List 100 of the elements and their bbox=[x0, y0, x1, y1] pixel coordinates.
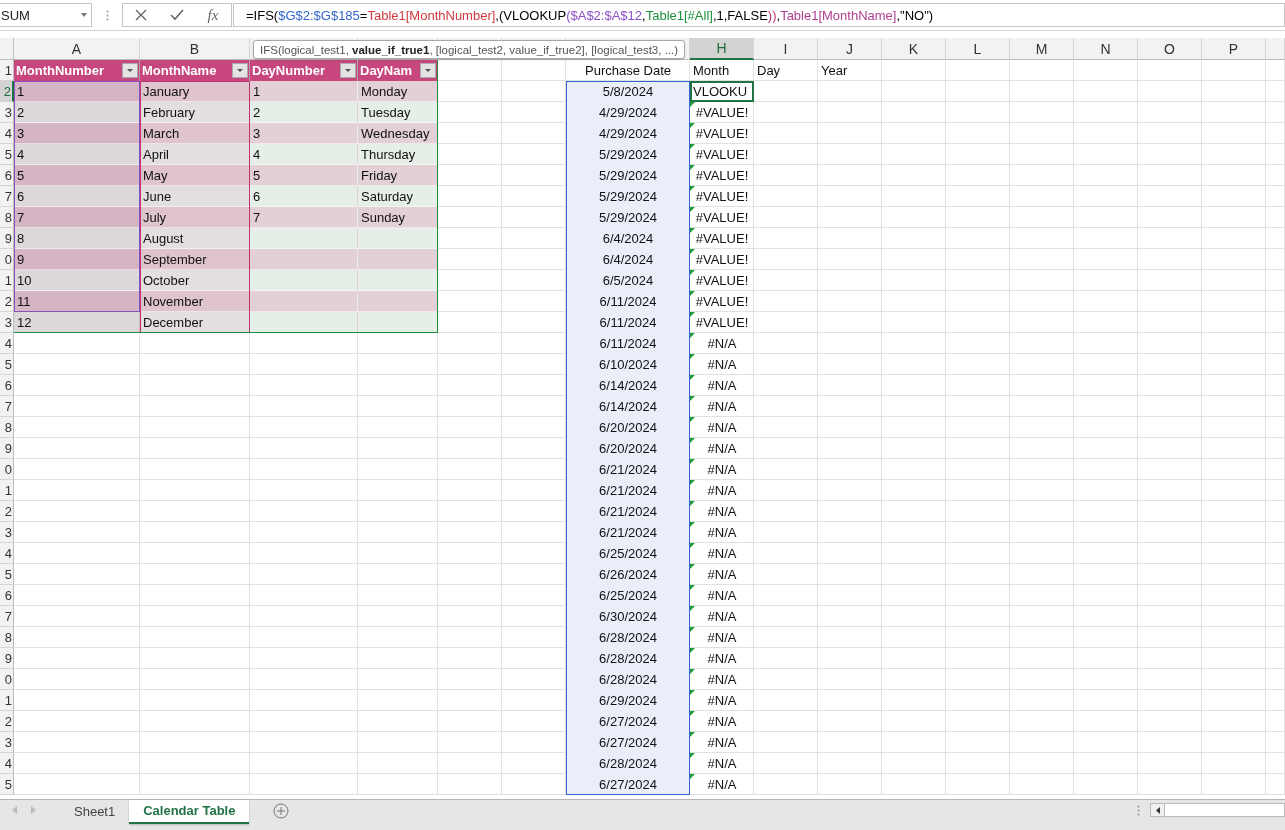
row-header[interactable]: 4 bbox=[0, 753, 14, 774]
row-header[interactable]: 8 bbox=[0, 207, 14, 228]
date-cell: 6/11/2024 bbox=[566, 291, 690, 312]
table-cell: 3 bbox=[250, 123, 358, 144]
date-cell: 6/28/2024 bbox=[566, 753, 690, 774]
date-cell: 6/21/2024 bbox=[566, 522, 690, 543]
formula-result-cell: #N/A bbox=[690, 774, 754, 795]
date-cell: 5/29/2024 bbox=[566, 186, 690, 207]
table-cell: September bbox=[140, 249, 250, 270]
formula-result-cell: #N/A bbox=[690, 606, 754, 627]
date-cell: 4/29/2024 bbox=[566, 123, 690, 144]
table-cell: July bbox=[140, 207, 250, 228]
table-cell: February bbox=[140, 102, 250, 123]
row-header[interactable]: 5 bbox=[0, 354, 14, 375]
column-header[interactable]: J bbox=[818, 38, 882, 60]
formula-result-cell: #N/A bbox=[690, 354, 754, 375]
row-header[interactable]: 4 bbox=[0, 333, 14, 354]
date-cell: 5/29/2024 bbox=[566, 165, 690, 186]
table-cell: 10 bbox=[14, 270, 140, 291]
table-cell: 7 bbox=[14, 207, 140, 228]
date-cell: 6/14/2024 bbox=[566, 375, 690, 396]
row-header[interactable]: 5 bbox=[0, 144, 14, 165]
date-cell: 6/4/2024 bbox=[566, 228, 690, 249]
row-header[interactable]: 3 bbox=[0, 732, 14, 753]
row-header[interactable]: 1 bbox=[0, 60, 14, 81]
column-header[interactable]: K bbox=[882, 38, 946, 60]
column-label: Day bbox=[756, 62, 782, 80]
table-cell: March bbox=[140, 123, 250, 144]
function-tooltip: IFS(logical_test1, value_if_true1, [logical_test2, value_if_true2], [logical_test3, ...) bbox=[253, 40, 686, 59]
date-cell: 6/21/2024 bbox=[566, 501, 690, 522]
date-cell: 6/11/2024 bbox=[566, 312, 690, 333]
column-header[interactable]: H bbox=[690, 38, 754, 60]
row-header[interactable]: 0 bbox=[0, 249, 14, 270]
table-cell: November bbox=[140, 291, 250, 312]
column-header[interactable]: N bbox=[1074, 38, 1138, 60]
column-header[interactable]: M bbox=[1010, 38, 1074, 60]
row-header[interactable]: 6 bbox=[0, 585, 14, 606]
formula-result-cell: #N/A bbox=[690, 501, 754, 522]
row-header[interactable]: 1 bbox=[0, 270, 14, 291]
formula-result-cell: #N/A bbox=[690, 585, 754, 606]
row-header[interactable]: 7 bbox=[0, 186, 14, 207]
sheet-tab[interactable]: Calendar Table bbox=[129, 800, 250, 824]
row-header[interactable]: 6 bbox=[0, 375, 14, 396]
formula-result-cell: #N/A bbox=[690, 627, 754, 648]
formula-field[interactable]: =IFS($G$2:$G$185=Table1[MonthNumber],(VLOOKUP($A$2:$A$12,Table1[#All],1,FALSE)),Table1[MonthName],"NO") bbox=[233, 3, 1285, 27]
row-header[interactable]: 3 bbox=[0, 522, 14, 543]
table-cell: Tuesday bbox=[358, 102, 438, 123]
row-header[interactable]: 2 bbox=[0, 291, 14, 312]
row-header[interactable]: 8 bbox=[0, 417, 14, 438]
row-header[interactable]: 3 bbox=[0, 312, 14, 333]
row-header[interactable]: 4 bbox=[0, 123, 14, 144]
row-header[interactable]: 2 bbox=[0, 711, 14, 732]
row-header[interactable]: 5 bbox=[0, 564, 14, 585]
formula-result-cell: #N/A bbox=[690, 438, 754, 459]
row-header[interactable]: 0 bbox=[0, 459, 14, 480]
table-cell: 7 bbox=[250, 207, 358, 228]
row-header[interactable]: 7 bbox=[0, 606, 14, 627]
date-cell: 6/25/2024 bbox=[566, 543, 690, 564]
name-box[interactable]: SUM bbox=[0, 3, 92, 27]
formula-result-cell: #VALUE! bbox=[690, 270, 754, 291]
column-header[interactable]: L bbox=[946, 38, 1010, 60]
date-cell: 6/20/2024 bbox=[566, 438, 690, 459]
row-header[interactable]: 8 bbox=[0, 627, 14, 648]
row-header[interactable]: 5 bbox=[0, 774, 14, 795]
formula-result-cell: #N/A bbox=[690, 564, 754, 585]
table-cell: 4 bbox=[14, 144, 140, 165]
formula-result-cell: #N/A bbox=[690, 417, 754, 438]
column-label: Year bbox=[820, 62, 849, 80]
sheet-tab[interactable]: Sheet1 bbox=[60, 800, 130, 824]
row-header[interactable]: 1 bbox=[0, 690, 14, 711]
formula-result-cell: #N/A bbox=[690, 459, 754, 480]
column-header[interactable]: O bbox=[1138, 38, 1202, 60]
row-header[interactable]: 7 bbox=[0, 396, 14, 417]
row-header[interactable]: 1 bbox=[0, 480, 14, 501]
row-header[interactable]: 9 bbox=[0, 438, 14, 459]
column-header[interactable]: B bbox=[140, 38, 250, 60]
row-header[interactable]: 0 bbox=[0, 669, 14, 690]
row-header[interactable]: 9 bbox=[0, 648, 14, 669]
date-cell: 5/29/2024 bbox=[566, 144, 690, 165]
date-cell: 6/21/2024 bbox=[566, 459, 690, 480]
date-cell: 6/28/2024 bbox=[566, 669, 690, 690]
row-header[interactable]: 2 bbox=[0, 81, 14, 102]
insert-function-button[interactable]: fx bbox=[202, 5, 224, 25]
column-header[interactable]: I bbox=[754, 38, 818, 60]
row-header[interactable]: 4 bbox=[0, 543, 14, 564]
formula-result-cell: #N/A bbox=[690, 732, 754, 753]
row-header[interactable]: 2 bbox=[0, 501, 14, 522]
date-cell: 6/30/2024 bbox=[566, 606, 690, 627]
column-header[interactable]: A bbox=[14, 38, 140, 60]
table-cell: Thursday bbox=[358, 144, 438, 165]
row-header[interactable]: 3 bbox=[0, 102, 14, 123]
date-cell: 6/5/2024 bbox=[566, 270, 690, 291]
row-header[interactable]: 9 bbox=[0, 228, 14, 249]
date-cell: 4/29/2024 bbox=[566, 102, 690, 123]
formula-result-cell: #N/A bbox=[690, 480, 754, 501]
formula-result-cell: #N/A bbox=[690, 396, 754, 417]
active-cell[interactable]: VLOOKU bbox=[690, 81, 754, 102]
date-cell: 6/25/2024 bbox=[566, 585, 690, 606]
row-header[interactable]: 6 bbox=[0, 165, 14, 186]
column-header[interactable]: P bbox=[1202, 38, 1266, 60]
